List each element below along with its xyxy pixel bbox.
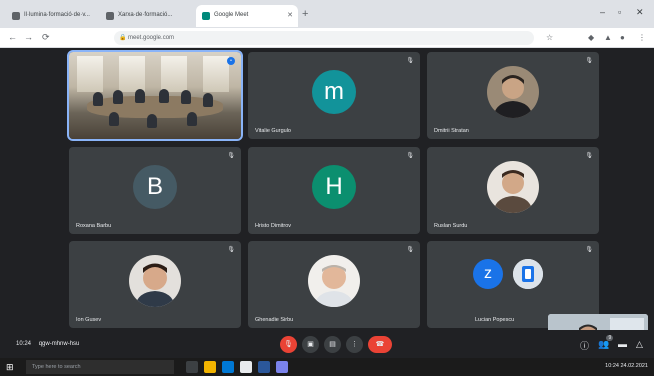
mic-toggle-button[interactable]: 🎙 xyxy=(280,336,297,353)
avatar xyxy=(487,161,539,213)
teams-icon[interactable] xyxy=(276,361,288,373)
tray-time: 10:24 xyxy=(605,363,619,369)
participant-name: Vitalie Gurgulo xyxy=(255,128,291,134)
task-view-icon[interactable] xyxy=(186,361,198,373)
mic-off-icon: 🎙 xyxy=(406,247,414,253)
chrome-icon[interactable] xyxy=(240,361,252,373)
windows-taskbar: ⊞ Type here to search 10:24 24.02.2021 xyxy=(0,358,654,376)
browser-tab-active[interactable]: Google Meet ✕ xyxy=(196,5,298,27)
info-icon[interactable]: ⓘ xyxy=(580,339,589,352)
tray-date: 24.02.2021 xyxy=(620,363,648,369)
tab-title: Google Meet xyxy=(214,12,249,18)
participant-name: Hristo Dimitrov xyxy=(255,223,292,229)
address-toolbar: ← → ⟳ 🔒 meet.google.com ☆ ◆ ▲ ● ⋮ xyxy=(0,28,654,48)
avatar: m xyxy=(312,70,356,114)
forward-icon[interactable]: → xyxy=(24,32,33,42)
speaking-indicator-icon: • xyxy=(227,57,235,65)
system-tray[interactable]: 10:24 24.02.2021 xyxy=(605,363,648,369)
mic-off-icon: 🎙 xyxy=(585,58,593,64)
mic-off-icon: 🎙 xyxy=(227,153,235,159)
edge-icon[interactable] xyxy=(222,361,234,373)
mic-off-icon: 🎙 xyxy=(585,153,593,159)
avatar: H xyxy=(312,165,356,209)
minimize-icon[interactable]: – xyxy=(600,7,605,17)
participant-name: Ruslan Surdu xyxy=(434,223,468,229)
address-text: meet.google.com xyxy=(128,35,175,41)
extension-icon[interactable]: ◆ xyxy=(588,33,594,42)
participant-name: Ion Gusev xyxy=(76,317,102,323)
participant-name: Roxana Barbu xyxy=(76,223,112,229)
participant-count-badge: 9 xyxy=(606,335,614,341)
avatar: z xyxy=(473,259,503,289)
participant-tile[interactable]: 🎙 Ruslan Surdu xyxy=(427,147,599,234)
tab-favicon-icon xyxy=(106,12,114,20)
room-video xyxy=(69,52,241,139)
camera-toggle-button[interactable]: ▣ xyxy=(302,336,319,353)
lock-icon: 🔒 xyxy=(119,35,127,41)
avatar xyxy=(487,66,539,118)
participant-tile[interactable]: 🎙 Dmitrii Stratan xyxy=(427,52,599,139)
leave-call-button[interactable]: ☎ xyxy=(368,336,392,353)
taskbar-search-input[interactable]: Type here to search xyxy=(26,360,174,374)
back-icon[interactable]: ← xyxy=(8,32,17,42)
meeting-control-bar: 10:24 qgw-mhnw-hsu 🎙 ▣ ▤ ⋮ ☎ ⓘ 👥 9 ▬ △ xyxy=(0,330,654,358)
windows-start-icon[interactable]: ⊞ xyxy=(6,362,14,373)
participant-tile[interactable]: 🎙 Ion Gusev xyxy=(69,241,241,328)
present-button[interactable]: ▤ xyxy=(324,336,341,353)
tab-title: Il·lumina·formació·de·v... xyxy=(24,12,90,18)
address-input[interactable]: 🔒 meet.google.com xyxy=(114,31,534,45)
participant-tile[interactable]: • xyxy=(67,50,243,141)
profile-icon[interactable]: ● xyxy=(620,33,625,42)
participant-tile[interactable]: H 🎙 Hristo Dimitrov xyxy=(248,147,420,234)
meeting-details[interactable]: 10:24 qgw-mhnw-hsu xyxy=(16,341,79,347)
participant-tile[interactable]: B 🎙 Roxana Barbu xyxy=(69,147,241,234)
star-icon[interactable]: ☆ xyxy=(546,33,553,42)
reload-icon[interactable]: ⟳ xyxy=(42,32,50,43)
browser-tab-bar: Il·lumina·formació·de·v... Xarxa·de·form… xyxy=(0,0,654,28)
search-placeholder: Type here to search xyxy=(32,364,81,370)
menu-icon[interactable]: ⋮ xyxy=(638,33,646,42)
maximize-icon[interactable]: ▫ xyxy=(618,7,621,17)
chat-icon[interactable]: ▬ xyxy=(618,339,627,349)
meeting-code: qgw-mhnw-hsu xyxy=(38,341,80,347)
new-tab-button[interactable]: + xyxy=(302,8,308,20)
more-options-button[interactable]: ⋮ xyxy=(346,336,363,353)
avatar xyxy=(513,259,543,289)
word-icon[interactable] xyxy=(258,361,270,373)
meeting-stage: • m 🎙 Vitalie Gurgulo 🎙 Dmitrii Stratan … xyxy=(0,48,654,370)
mic-off-icon: 🎙 xyxy=(406,58,414,64)
avatar xyxy=(308,255,360,307)
avatar xyxy=(129,255,181,307)
participant-name: Lucian Popescu xyxy=(475,317,515,323)
tab-favicon-icon xyxy=(12,12,20,20)
close-window-icon[interactable]: ✕ xyxy=(636,7,644,18)
file-explorer-icon[interactable] xyxy=(204,361,216,373)
mic-off-icon: 🎙 xyxy=(585,247,593,253)
meet-favicon-icon xyxy=(202,12,210,20)
mic-off-icon: 🎙 xyxy=(227,247,235,253)
people-button[interactable]: 👥 9 xyxy=(598,335,614,350)
meeting-time: 10:24 xyxy=(16,341,32,347)
avatar: B xyxy=(133,165,177,209)
tab-title: Xarxa·de·formació... xyxy=(118,12,173,18)
participant-tile[interactable]: 🎙 Ghenadie Sirbu xyxy=(248,241,420,328)
participant-name: Dmitrii Stratan xyxy=(434,128,469,134)
browser-tab[interactable]: Il·lumina·formació·de·v... xyxy=(6,5,96,27)
participant-tile[interactable]: m 🎙 Vitalie Gurgulo xyxy=(248,52,420,139)
activities-icon[interactable]: △ xyxy=(636,339,643,350)
participant-name: Ghenadie Sirbu xyxy=(255,317,294,323)
browser-tab[interactable]: Xarxa·de·formació... xyxy=(100,5,192,27)
close-tab-icon[interactable]: ✕ xyxy=(287,11,293,19)
mic-off-icon: 🎙 xyxy=(406,153,414,159)
extension-icon[interactable]: ▲ xyxy=(604,33,612,42)
